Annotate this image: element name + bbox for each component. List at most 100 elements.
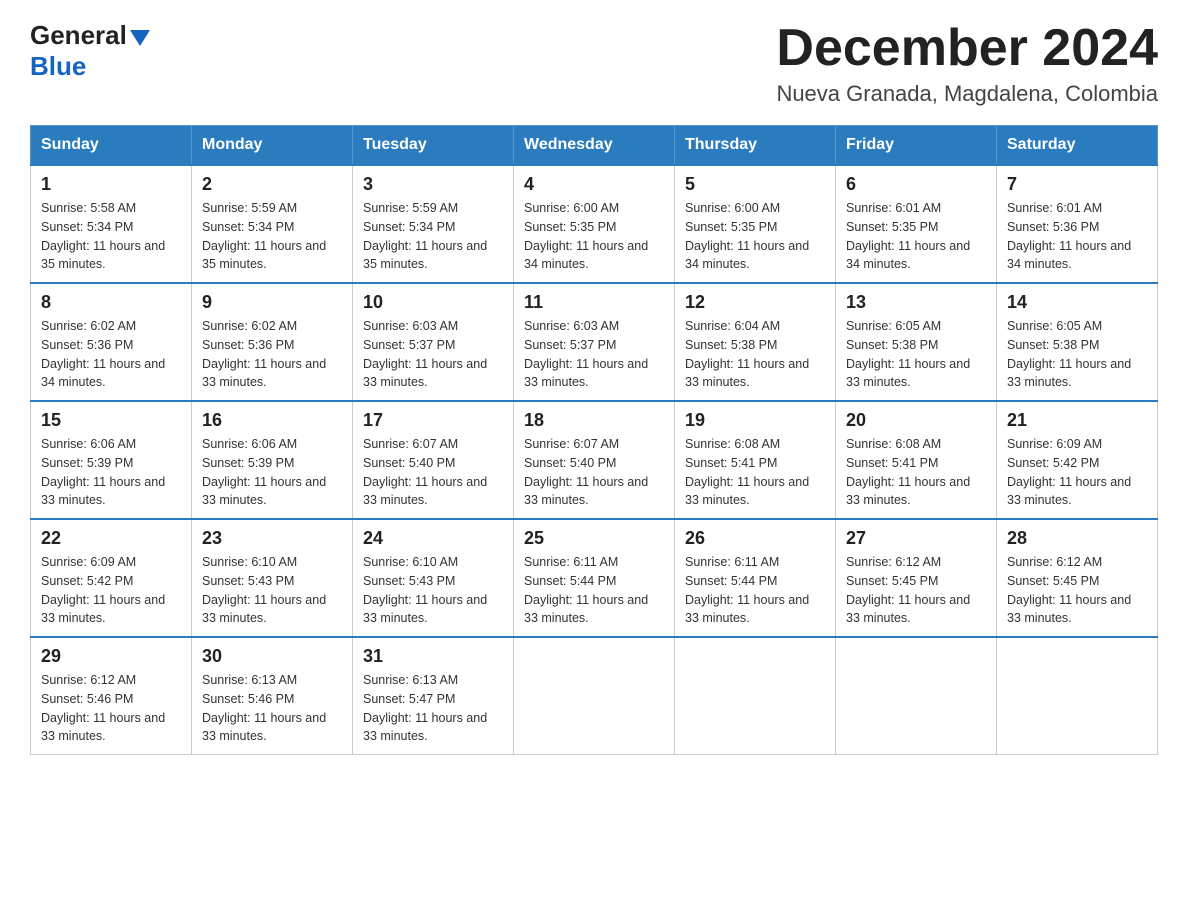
day-info: Sunrise: 6:04 AMSunset: 5:38 PMDaylight:… [685, 317, 825, 392]
day-info: Sunrise: 6:03 AMSunset: 5:37 PMDaylight:… [524, 317, 664, 392]
day-number: 25 [524, 528, 664, 549]
day-info: Sunrise: 6:01 AMSunset: 5:35 PMDaylight:… [846, 199, 986, 274]
calendar-cell: 14 Sunrise: 6:05 AMSunset: 5:38 PMDayligh… [997, 283, 1158, 401]
day-info: Sunrise: 6:11 AMSunset: 5:44 PMDaylight:… [524, 553, 664, 628]
calendar-cell: 31 Sunrise: 6:13 AMSunset: 5:47 PMDayligh… [353, 637, 514, 755]
day-number: 7 [1007, 174, 1147, 195]
day-number: 12 [685, 292, 825, 313]
calendar-cell: 9 Sunrise: 6:02 AMSunset: 5:36 PMDaylight… [192, 283, 353, 401]
column-header-tuesday: Tuesday [353, 126, 514, 166]
title-area: December 2024 Nueva Granada, Magdalena, … [776, 20, 1158, 107]
day-info: Sunrise: 6:07 AMSunset: 5:40 PMDaylight:… [524, 435, 664, 510]
day-number: 3 [363, 174, 503, 195]
calendar-cell [997, 637, 1158, 755]
day-number: 24 [363, 528, 503, 549]
day-number: 6 [846, 174, 986, 195]
calendar-cell: 2 Sunrise: 5:59 AMSunset: 5:34 PMDaylight… [192, 165, 353, 283]
day-info: Sunrise: 6:12 AMSunset: 5:45 PMDaylight:… [1007, 553, 1147, 628]
header: General Blue December 2024 Nueva Granada… [30, 20, 1158, 107]
calendar-cell: 10 Sunrise: 6:03 AMSunset: 5:37 PMDayligh… [353, 283, 514, 401]
day-number: 21 [1007, 410, 1147, 431]
day-number: 23 [202, 528, 342, 549]
day-number: 4 [524, 174, 664, 195]
day-number: 9 [202, 292, 342, 313]
day-number: 15 [41, 410, 181, 431]
calendar-cell: 6 Sunrise: 6:01 AMSunset: 5:35 PMDaylight… [836, 165, 997, 283]
day-number: 8 [41, 292, 181, 313]
column-header-sunday: Sunday [31, 126, 192, 166]
day-number: 19 [685, 410, 825, 431]
logo-general-text: General [30, 20, 127, 51]
calendar-cell: 13Sunrise: 6:05 AMSunset: 5:38 PMDayligh… [836, 283, 997, 401]
logo: General Blue [30, 20, 150, 82]
day-info: Sunrise: 6:10 AMSunset: 5:43 PMDaylight:… [202, 553, 342, 628]
day-number: 2 [202, 174, 342, 195]
day-info: Sunrise: 6:13 AMSunset: 5:46 PMDaylight:… [202, 671, 342, 746]
column-header-monday: Monday [192, 126, 353, 166]
day-info: Sunrise: 5:59 AMSunset: 5:34 PMDaylight:… [363, 199, 503, 274]
calendar-cell [514, 637, 675, 755]
calendar-cell: 15 Sunrise: 6:06 AMSunset: 5:39 PMDayligh… [31, 401, 192, 519]
day-info: Sunrise: 6:02 AMSunset: 5:36 PMDaylight:… [41, 317, 181, 392]
calendar-cell: 16Sunrise: 6:06 AMSunset: 5:39 PMDayligh… [192, 401, 353, 519]
calendar-cell: 11 Sunrise: 6:03 AMSunset: 5:37 PMDayligh… [514, 283, 675, 401]
day-info: Sunrise: 6:13 AMSunset: 5:47 PMDaylight:… [363, 671, 503, 746]
calendar-cell: 1Sunrise: 5:58 AMSunset: 5:34 PMDaylight… [31, 165, 192, 283]
calendar-cell: 20Sunrise: 6:08 AMSunset: 5:41 PMDayligh… [836, 401, 997, 519]
day-number: 22 [41, 528, 181, 549]
calendar-cell: 21 Sunrise: 6:09 AMSunset: 5:42 PMDayligh… [997, 401, 1158, 519]
day-info: Sunrise: 6:01 AMSunset: 5:36 PMDaylight:… [1007, 199, 1147, 274]
week-row-2: 8 Sunrise: 6:02 AMSunset: 5:36 PMDaylight… [31, 283, 1158, 401]
day-info: Sunrise: 6:02 AMSunset: 5:36 PMDaylight:… [202, 317, 342, 392]
day-info: Sunrise: 5:59 AMSunset: 5:34 PMDaylight:… [202, 199, 342, 274]
day-number: 30 [202, 646, 342, 667]
day-info: Sunrise: 6:00 AMSunset: 5:35 PMDaylight:… [524, 199, 664, 274]
day-info: Sunrise: 6:00 AMSunset: 5:35 PMDaylight:… [685, 199, 825, 274]
day-number: 5 [685, 174, 825, 195]
calendar-cell: 28 Sunrise: 6:12 AMSunset: 5:45 PMDayligh… [997, 519, 1158, 637]
calendar-cell: 23 Sunrise: 6:10 AMSunset: 5:43 PMDayligh… [192, 519, 353, 637]
calendar-cell: 17Sunrise: 6:07 AMSunset: 5:40 PMDayligh… [353, 401, 514, 519]
calendar-cell: 5 Sunrise: 6:00 AMSunset: 5:35 PMDaylight… [675, 165, 836, 283]
day-info: Sunrise: 6:05 AMSunset: 5:38 PMDaylight:… [1007, 317, 1147, 392]
calendar-cell: 4 Sunrise: 6:00 AMSunset: 5:35 PMDaylight… [514, 165, 675, 283]
day-number: 20 [846, 410, 986, 431]
calendar-cell: 7 Sunrise: 6:01 AMSunset: 5:36 PMDaylight… [997, 165, 1158, 283]
day-number: 13 [846, 292, 986, 313]
day-number: 26 [685, 528, 825, 549]
calendar-cell: 30 Sunrise: 6:13 AMSunset: 5:46 PMDayligh… [192, 637, 353, 755]
day-info: Sunrise: 6:12 AMSunset: 5:45 PMDaylight:… [846, 553, 986, 628]
week-row-5: 29Sunrise: 6:12 AMSunset: 5:46 PMDayligh… [31, 637, 1158, 755]
header-row: SundayMondayTuesdayWednesdayThursdayFrid… [31, 126, 1158, 166]
day-info: Sunrise: 6:06 AMSunset: 5:39 PMDaylight:… [41, 435, 181, 510]
day-info: Sunrise: 6:09 AMSunset: 5:42 PMDaylight:… [1007, 435, 1147, 510]
day-number: 28 [1007, 528, 1147, 549]
calendar-cell: 29Sunrise: 6:12 AMSunset: 5:46 PMDayligh… [31, 637, 192, 755]
day-number: 17 [363, 410, 503, 431]
calendar-cell: 25 Sunrise: 6:11 AMSunset: 5:44 PMDayligh… [514, 519, 675, 637]
day-number: 14 [1007, 292, 1147, 313]
day-number: 10 [363, 292, 503, 313]
page-title: December 2024 [776, 20, 1158, 77]
week-row-3: 15 Sunrise: 6:06 AMSunset: 5:39 PMDayligh… [31, 401, 1158, 519]
column-header-saturday: Saturday [997, 126, 1158, 166]
day-number: 11 [524, 292, 664, 313]
calendar-cell: 27Sunrise: 6:12 AMSunset: 5:45 PMDayligh… [836, 519, 997, 637]
day-info: Sunrise: 6:09 AMSunset: 5:42 PMDaylight:… [41, 553, 181, 628]
calendar-cell [836, 637, 997, 755]
day-number: 31 [363, 646, 503, 667]
day-number: 16 [202, 410, 342, 431]
logo-blue-text: Blue [30, 51, 86, 82]
calendar-table: SundayMondayTuesdayWednesdayThursdayFrid… [30, 125, 1158, 755]
subtitle: Nueva Granada, Magdalena, Colombia [776, 81, 1158, 107]
logo-triangle-icon [130, 30, 150, 46]
calendar-cell: 19Sunrise: 6:08 AMSunset: 5:41 PMDayligh… [675, 401, 836, 519]
calendar-cell [675, 637, 836, 755]
calendar-cell: 8 Sunrise: 6:02 AMSunset: 5:36 PMDaylight… [31, 283, 192, 401]
column-header-wednesday: Wednesday [514, 126, 675, 166]
calendar-cell: 22 Sunrise: 6:09 AMSunset: 5:42 PMDayligh… [31, 519, 192, 637]
day-info: Sunrise: 6:12 AMSunset: 5:46 PMDaylight:… [41, 671, 181, 746]
day-info: Sunrise: 6:03 AMSunset: 5:37 PMDaylight:… [363, 317, 503, 392]
day-number: 1 [41, 174, 181, 195]
day-info: Sunrise: 6:11 AMSunset: 5:44 PMDaylight:… [685, 553, 825, 628]
